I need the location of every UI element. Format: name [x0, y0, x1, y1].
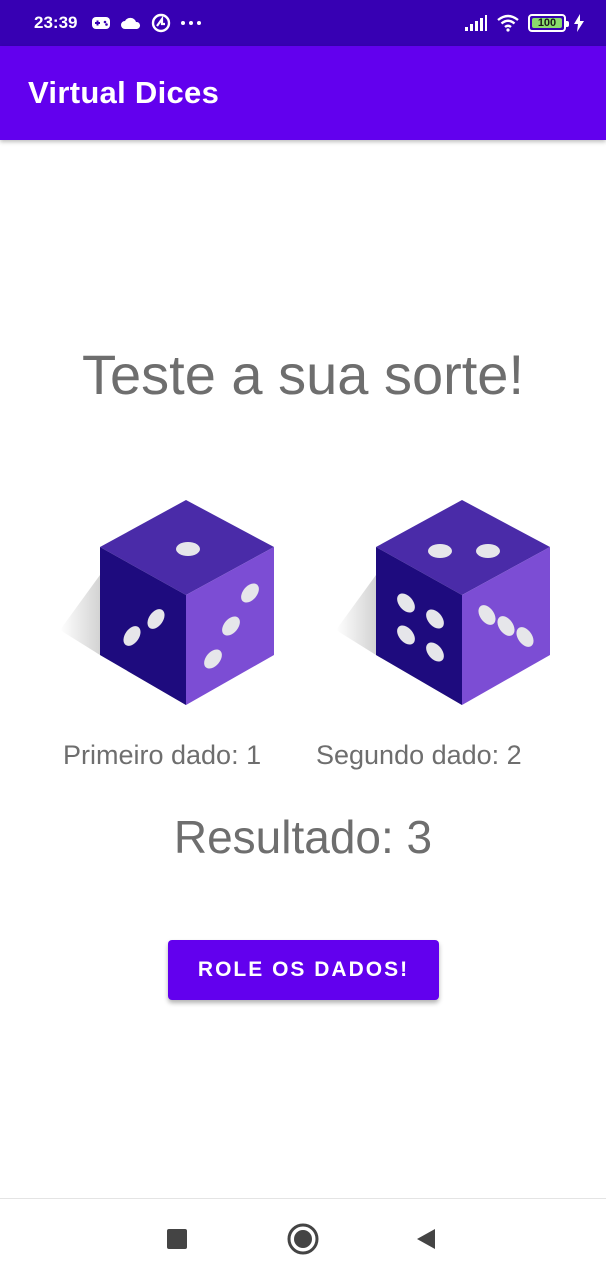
circle-icon: [287, 1223, 319, 1255]
sync-icon: [152, 13, 171, 33]
more-icon: [181, 21, 202, 25]
battery-icon: 100: [528, 14, 569, 32]
back-button[interactable]: [406, 1219, 446, 1259]
home-button[interactable]: [283, 1219, 323, 1259]
navigation-bar: [0, 1198, 606, 1280]
die-pip: [428, 544, 452, 558]
status-time: 23:39: [34, 13, 78, 32]
wifi-icon: [497, 14, 519, 32]
die-pip: [176, 542, 200, 556]
result-text: Resultado: 3: [173, 811, 433, 863]
status-bar: 23:39 100: [0, 0, 606, 46]
back-triangle-icon: [417, 1229, 435, 1249]
game-controller-icon: [92, 17, 111, 29]
status-notification-icons: [91, 13, 202, 33]
second-die-image: [336, 500, 550, 705]
recents-button[interactable]: [157, 1219, 197, 1259]
app-title: Virtual Dices: [28, 75, 220, 110]
cloud-icon: [121, 17, 141, 29]
square-icon: [167, 1229, 187, 1249]
status-right: 100: [464, 14, 584, 32]
headline: Teste a sua sorte!: [81, 343, 524, 406]
roll-dice-button[interactable]: ROLE OS DADOS!: [168, 940, 439, 1000]
app-bar: Virtual Dices: [0, 46, 606, 140]
second-die-label: Segundo dado: 2: [316, 740, 522, 770]
status-left: 23:39: [34, 13, 202, 33]
battery-tip: [566, 21, 569, 27]
battery-level: 100: [537, 17, 557, 29]
first-die-image: [60, 500, 274, 705]
die-labels: Primeiro dado: 1 Segundo dado: 2: [0, 740, 606, 780]
first-die-label: Primeiro dado: 1: [63, 740, 262, 770]
charging-icon: [574, 14, 584, 32]
dice-row: [0, 495, 606, 710]
signal-icon: [465, 15, 487, 31]
die-pip: [476, 544, 500, 558]
